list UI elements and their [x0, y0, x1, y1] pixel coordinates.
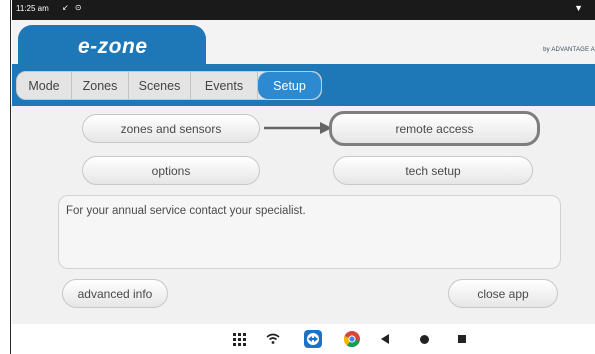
wifi-icon — [264, 330, 282, 348]
tech-setup-button[interactable]: tech setup — [333, 156, 533, 185]
status-time: 11:25 am — [16, 4, 49, 13]
tab-zones[interactable]: Zones — [72, 72, 129, 99]
signal-icon: ▼ — [574, 3, 583, 13]
status-icons: ↙ ⊙ — [62, 3, 84, 12]
advanced-info-button[interactable]: advanced info — [62, 279, 168, 308]
brand-label: by ADVANTAGE A — [543, 47, 595, 53]
teamviewer-icon[interactable] — [302, 330, 324, 348]
service-message: For your annual service contact your spe… — [66, 205, 306, 217]
tab-setup[interactable]: Setup — [258, 72, 321, 99]
remote-access-button[interactable]: remote access — [329, 111, 540, 146]
app-logo: e-zone — [78, 35, 148, 58]
tab-mode[interactable]: Mode — [17, 72, 72, 99]
home-icon[interactable] — [417, 330, 431, 348]
message-box: For your annual service contact your spe… — [58, 195, 561, 269]
recents-icon[interactable] — [455, 330, 469, 348]
left-frame — [0, 0, 11, 354]
android-nav-bar — [12, 324, 595, 354]
arrow-icon — [264, 122, 332, 134]
tab-events[interactable]: Events — [191, 72, 258, 99]
tab-bar: Mode Zones Scenes Events Setup — [16, 71, 322, 100]
tab-scenes[interactable]: Scenes — [129, 72, 191, 99]
back-icon[interactable] — [378, 330, 392, 348]
options-button[interactable]: options — [82, 156, 260, 185]
close-app-button[interactable]: close app — [448, 279, 558, 308]
apps-grid-icon[interactable] — [230, 330, 248, 348]
status-bar: 11:25 am ↙ ⊙ ▼ — [12, 0, 595, 20]
zones-and-sensors-button[interactable]: zones and sensors — [82, 114, 260, 143]
logo-tab: e-zone — [18, 25, 206, 73]
app-window: e-zone by ADVANTAGE A Mode Zones Scenes … — [12, 20, 595, 324]
chrome-icon[interactable] — [342, 330, 362, 348]
